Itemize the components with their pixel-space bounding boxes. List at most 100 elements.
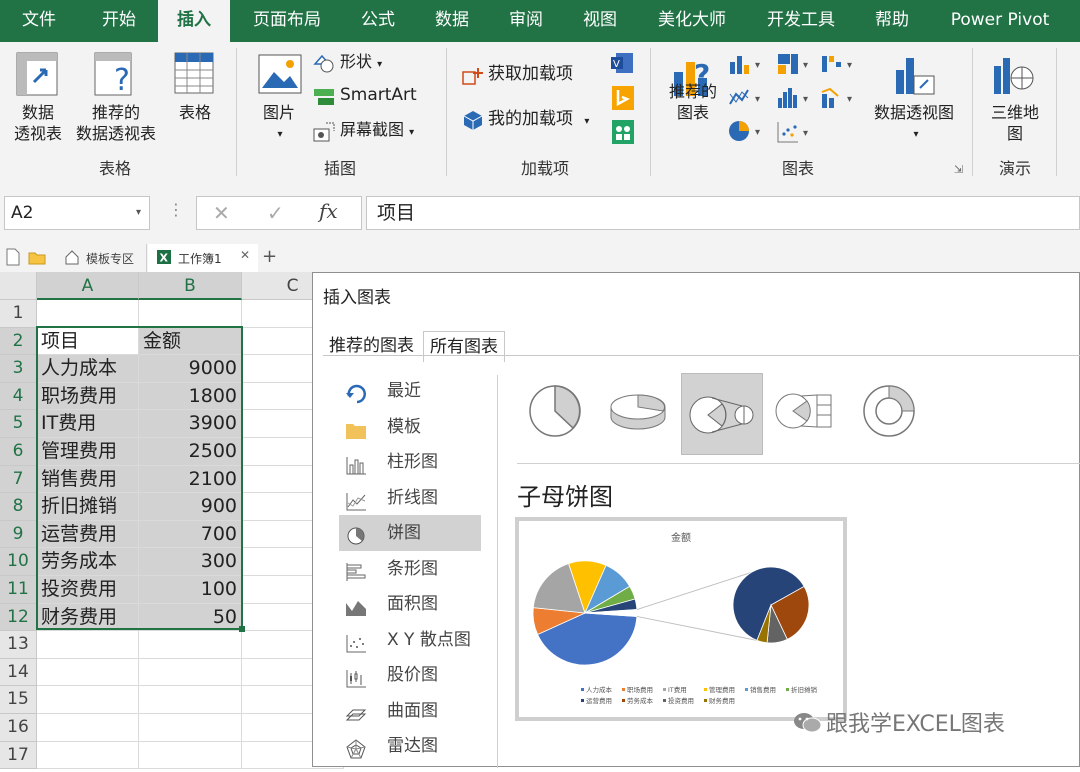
row-header[interactable]: 17: [0, 741, 37, 770]
nav-item-recent[interactable]: 最近: [339, 373, 481, 409]
bar-of-pie-subtype-icon[interactable]: [773, 383, 837, 439]
row-header[interactable]: 5: [0, 410, 37, 438]
shapes-button[interactable]: 形状 ▾: [340, 51, 382, 75]
get-addins-button[interactable]: 获取加载项: [488, 64, 573, 85]
cell-b[interactable]: 9000: [139, 355, 242, 383]
picture-button[interactable]: 图片: [254, 102, 304, 123]
row-header[interactable]: 7: [0, 465, 37, 494]
cell-a[interactable]: [37, 714, 139, 742]
tab-page-layout[interactable]: 页面布局: [244, 0, 330, 42]
cell-b[interactable]: 金额: [139, 327, 242, 356]
table-button[interactable]: 表格: [168, 102, 222, 123]
row-header[interactable]: 14: [0, 658, 37, 687]
tab-beautify[interactable]: 美化大师: [646, 0, 738, 42]
cell-a[interactable]: 管理费用: [37, 438, 139, 466]
row-header[interactable]: 8: [0, 493, 37, 521]
row-header[interactable]: 15: [0, 686, 37, 714]
enter-icon[interactable]: ✓: [267, 201, 284, 225]
row-header[interactable]: 12: [0, 603, 37, 632]
cell-b[interactable]: [139, 741, 242, 770]
tab-developer[interactable]: 开发工具: [756, 0, 846, 42]
cell-a[interactable]: 劳务成本: [37, 548, 139, 576]
cell-a[interactable]: 折旧摊销: [37, 493, 139, 521]
nav-item-templates[interactable]: 模板: [339, 409, 481, 445]
pie-subtype-icon[interactable]: [527, 383, 583, 439]
row-header[interactable]: 11: [0, 576, 37, 604]
row-header[interactable]: 9: [0, 520, 37, 549]
cell-a[interactable]: 运营费用: [37, 520, 139, 549]
pie-of-pie-subtype-icon[interactable]: [681, 373, 763, 455]
pivot-chart-dropdown-icon[interactable]: ▾: [906, 124, 926, 145]
cell-b[interactable]: 2500: [139, 438, 242, 466]
cell-a[interactable]: [37, 300, 139, 328]
tab-file[interactable]: 文件: [8, 0, 70, 42]
add-tab-button[interactable]: +: [262, 246, 277, 267]
name-box-dropdown-icon[interactable]: ▾: [136, 197, 141, 229]
3d-map-button[interactable]: 三维地图: [982, 102, 1048, 144]
folder-icon[interactable]: [28, 250, 46, 269]
row-header[interactable]: 1: [0, 300, 37, 328]
tab-home[interactable]: 开始: [88, 0, 150, 42]
people-graph-icon[interactable]: [612, 120, 634, 144]
picture-dropdown-icon[interactable]: ▾: [270, 124, 290, 145]
close-tab-icon[interactable]: ✕: [240, 248, 250, 262]
column-chart-icon[interactable]: ▾: [728, 52, 766, 76]
cell-b[interactable]: 50: [139, 603, 242, 632]
doc-tab-template[interactable]: 模板专区: [56, 244, 147, 272]
cell-b[interactable]: 700: [139, 520, 242, 549]
cell-a[interactable]: [37, 658, 139, 687]
name-box[interactable]: A2 ▾: [4, 196, 150, 230]
cell-b[interactable]: [139, 714, 242, 742]
cell-b[interactable]: 100: [139, 576, 242, 604]
nav-item-area[interactable]: 面积图: [339, 586, 481, 622]
nav-item-column[interactable]: 柱形图: [339, 444, 481, 480]
cell-a[interactable]: IT费用: [37, 410, 139, 438]
cell-b[interactable]: 900: [139, 493, 242, 521]
cell-b[interactable]: 300: [139, 548, 242, 576]
pivot-table-button[interactable]: 数据 透视表: [2, 102, 74, 144]
select-all-corner[interactable]: [0, 272, 37, 300]
cell-b[interactable]: [139, 658, 242, 687]
my-addins-button[interactable]: 我的加载项 ▾: [488, 109, 589, 132]
cell-a[interactable]: 财务费用: [37, 603, 139, 632]
tab-insert[interactable]: 插入: [158, 0, 230, 44]
screenshot-button[interactable]: 屏幕截图 ▾: [340, 119, 414, 143]
row-header[interactable]: 13: [0, 631, 37, 659]
row-header[interactable]: 10: [0, 548, 37, 576]
cell-a[interactable]: 职场费用: [37, 382, 139, 411]
charts-dialog-launcher-icon[interactable]: ⇲: [954, 159, 963, 180]
column-header-b[interactable]: B: [139, 272, 242, 300]
row-header[interactable]: 4: [0, 382, 37, 411]
tab-review[interactable]: 审阅: [498, 0, 554, 42]
row-header[interactable]: 3: [0, 355, 37, 383]
cell-a[interactable]: 投资费用: [37, 576, 139, 604]
row-header[interactable]: 16: [0, 714, 37, 742]
pivot-chart-button[interactable]: 数据透视图: [864, 102, 964, 123]
recommended-pivot-button[interactable]: 推荐的 数据透视表: [70, 102, 162, 144]
row-header[interactable]: 2: [0, 327, 37, 356]
pie-chart-icon[interactable]: ▾: [728, 118, 766, 144]
scatter-chart-icon[interactable]: ▾: [776, 120, 814, 144]
visio-icon[interactable]: V: [610, 52, 634, 74]
tab-recommended-charts[interactable]: 推荐的图表: [323, 331, 420, 361]
tab-help[interactable]: 帮助: [864, 0, 920, 42]
doughnut-subtype-icon[interactable]: [861, 383, 917, 439]
smartart-button[interactable]: SmartArt: [340, 85, 417, 106]
nav-item-stock[interactable]: 股价图: [339, 657, 481, 693]
row-header[interactable]: 6: [0, 438, 37, 466]
fill-handle[interactable]: [239, 626, 245, 632]
nav-item-surface[interactable]: 曲面图: [339, 693, 481, 729]
tab-view[interactable]: 视图: [572, 0, 628, 42]
nav-item-radar[interactable]: 雷达图: [339, 728, 481, 764]
cell-b[interactable]: 3900: [139, 410, 242, 438]
3d-pie-subtype-icon[interactable]: [607, 385, 669, 435]
cell-b[interactable]: [139, 686, 242, 714]
chart-preview[interactable]: 金额 人力成本 职场费用 IT费用 管理费用 销售费用 折旧摊销 运营费用 劳务成本 投资费用 财务…: [515, 517, 847, 721]
cell-a[interactable]: 项目: [37, 327, 139, 356]
cell-a[interactable]: [37, 686, 139, 714]
insert-function-icon[interactable]: fx: [319, 199, 338, 223]
cell-a[interactable]: 人力成本: [37, 355, 139, 383]
line-chart-icon[interactable]: ▾: [728, 86, 766, 110]
new-file-icon[interactable]: [6, 248, 20, 270]
nav-item-pie[interactable]: 饼图: [339, 515, 481, 551]
